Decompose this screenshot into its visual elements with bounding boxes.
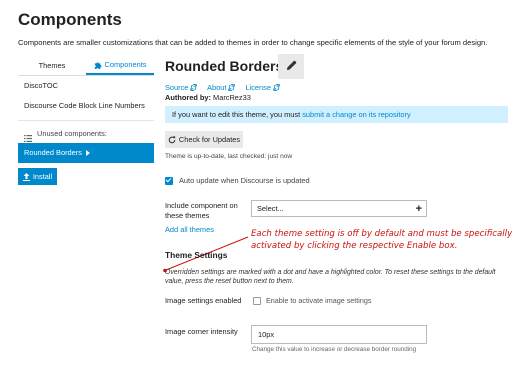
about-link-label: About — [207, 83, 227, 92]
author-name: MarcRez33 — [213, 93, 251, 102]
external-link-icon — [190, 83, 198, 92]
unused-components-heading: Unused components: — [18, 125, 154, 143]
auto-update-checkbox[interactable] — [165, 176, 173, 185]
tab-components[interactable]: Components — [86, 56, 154, 75]
edit-notice-text: If you want to edit this theme, you must — [172, 110, 301, 119]
external-link-icon — [228, 83, 236, 92]
puzzle-icon — [94, 61, 102, 69]
tab-themes[interactable]: Themes — [18, 56, 86, 75]
refresh-icon — [168, 135, 176, 144]
image-settings-label: Image settings enabled — [165, 296, 242, 305]
chevron-right-icon — [85, 150, 90, 156]
install-button-label: Install — [32, 172, 53, 181]
annotation-note: Each theme setting is off by default and… — [251, 229, 513, 251]
plus-icon: + — [415, 202, 422, 215]
theme-title: Rounded Borders — [165, 58, 284, 74]
check-for-updates-label: Check for Updates — [178, 135, 241, 144]
sidebar-item-code-block-line-numbers[interactable]: Discourse Code Block Line Numbers — [18, 96, 154, 116]
list-icon — [24, 131, 32, 142]
external-link-icon — [273, 83, 280, 92]
tab-components-label: Components — [104, 60, 147, 69]
sidebar-item-discotoc[interactable]: DiscoTOC — [18, 76, 154, 96]
page-title: Components — [18, 10, 122, 29]
upload-icon — [22, 172, 30, 181]
install-button[interactable]: Install — [18, 168, 57, 185]
unused-components-label: Unused components: — [37, 129, 107, 138]
image-settings-row: Enable to activate image settings — [253, 296, 371, 305]
image-settings-checkbox-label: Enable to activate image settings — [266, 296, 372, 305]
license-link-label: License — [245, 83, 271, 92]
check-for-updates-button[interactable]: Check for Updates — [165, 131, 243, 148]
auto-update-row: Auto update when Discourse is updated — [165, 176, 310, 185]
sidebar-divider — [18, 120, 154, 121]
components-sidebar: Themes Components DiscoTOC Discourse Cod… — [18, 56, 154, 163]
about-link[interactable]: About — [207, 83, 236, 92]
update-status: Theme is up-to-date, last checked: just … — [165, 153, 293, 160]
include-themes-select[interactable]: Select... + — [251, 200, 427, 217]
image-settings-checkbox[interactable] — [253, 296, 261, 305]
theme-settings-heading: Theme Settings — [165, 250, 228, 260]
include-themes-select-value: Select... — [257, 204, 284, 213]
tab-themes-label: Themes — [38, 61, 66, 70]
image-corner-intensity-help: Change this value to increase or decreas… — [252, 346, 417, 353]
authored-by-prefix: Authored by: — [165, 93, 211, 102]
image-corner-intensity-label: Image corner intensity — [165, 327, 238, 336]
source-link[interactable]: Source — [165, 83, 198, 92]
pencil-icon — [286, 58, 297, 76]
page-description: Components are smaller customizations th… — [18, 38, 488, 47]
theme-links: Source About License — [165, 83, 288, 92]
image-corner-intensity-value: 10px — [258, 330, 275, 339]
overridden-settings-note: Overridden settings are marked with a do… — [165, 269, 496, 286]
authored-by: Authored by: MarcRez33 — [165, 93, 251, 102]
license-link[interactable]: License — [245, 83, 280, 92]
sidebar-item-label: Rounded Borders — [24, 148, 82, 157]
auto-update-label: Auto update when Discourse is updated — [179, 176, 310, 185]
sidebar-tabs: Themes Components — [18, 56, 154, 76]
edit-name-button[interactable] — [278, 54, 304, 79]
sidebar-item-rounded-borders[interactable]: Rounded Borders — [18, 143, 154, 163]
image-corner-intensity-input[interactable]: 10px — [251, 325, 427, 344]
edit-notice: If you want to edit this theme, you must… — [165, 106, 508, 123]
include-component-label: Include component on these themes — [165, 201, 238, 220]
source-link-label: Source — [165, 83, 189, 92]
submit-change-link[interactable]: submit a change on its repository — [302, 110, 410, 119]
